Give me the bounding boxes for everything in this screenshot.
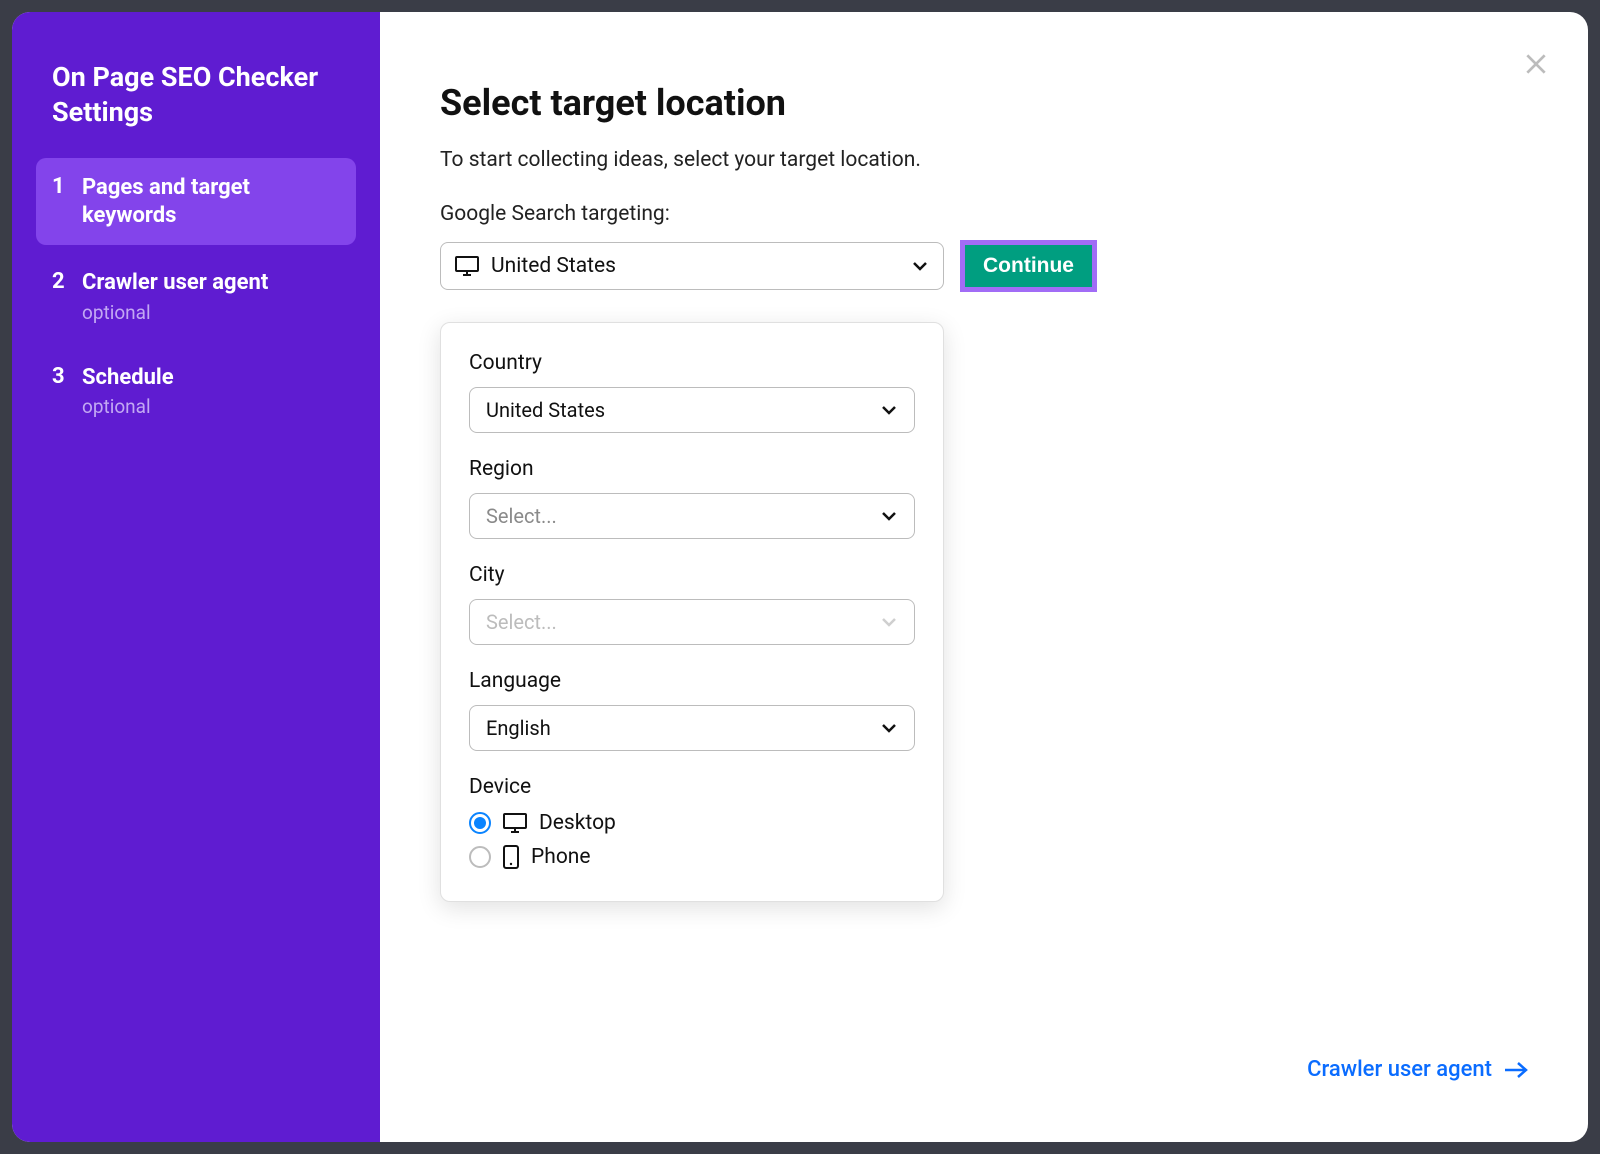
city-label: City bbox=[469, 563, 915, 587]
radio-unchecked-icon bbox=[469, 846, 491, 868]
next-step-link[interactable]: Crawler user agent bbox=[1307, 1057, 1528, 1082]
city-placeholder: Select... bbox=[486, 610, 557, 634]
chevron-down-icon bbox=[880, 401, 898, 419]
close-icon bbox=[1523, 51, 1549, 77]
step-label: Pages and target keywords bbox=[82, 174, 340, 229]
continue-highlight: Continue bbox=[960, 240, 1097, 292]
region-placeholder: Select... bbox=[486, 504, 557, 528]
page-subtitle: To start collecting ideas, select your t… bbox=[440, 148, 1528, 172]
step-crawler-agent[interactable]: 2 Crawler user agent optional bbox=[36, 253, 356, 340]
arrow-right-icon bbox=[1504, 1061, 1528, 1079]
language-label: Language bbox=[469, 669, 915, 693]
step-number: 3 bbox=[52, 364, 68, 389]
google-targeting-label: Google Search targeting: bbox=[440, 202, 1528, 226]
monitor-icon bbox=[503, 813, 527, 833]
chevron-down-icon bbox=[911, 257, 929, 275]
chevron-down-icon bbox=[880, 507, 898, 525]
page-title: Select target location bbox=[440, 82, 1528, 124]
language-value: English bbox=[486, 716, 551, 740]
continue-label: Continue bbox=[983, 254, 1074, 278]
monitor-icon bbox=[455, 256, 479, 276]
footer-link-label: Crawler user agent bbox=[1307, 1057, 1492, 1082]
step-label: Crawler user agent bbox=[82, 269, 268, 297]
step-label: Schedule bbox=[82, 364, 174, 392]
device-option-desktop[interactable]: Desktop bbox=[469, 811, 915, 835]
chevron-down-icon bbox=[880, 719, 898, 737]
region-label: Region bbox=[469, 457, 915, 481]
device-option-phone[interactable]: Phone bbox=[469, 845, 915, 869]
phone-icon bbox=[503, 845, 519, 869]
settings-modal: On Page SEO Checker Settings 1 Pages and… bbox=[12, 12, 1588, 1142]
step-optional: optional bbox=[82, 301, 268, 324]
city-select: Select... bbox=[469, 599, 915, 645]
language-select[interactable]: English bbox=[469, 705, 915, 751]
device-desktop-label: Desktop bbox=[539, 811, 616, 835]
chevron-down-icon bbox=[880, 613, 898, 631]
device-phone-label: Phone bbox=[531, 845, 591, 869]
main-panel: Select target location To start collecti… bbox=[380, 12, 1588, 1142]
radio-checked-icon bbox=[469, 812, 491, 834]
step-schedule[interactable]: 3 Schedule optional bbox=[36, 348, 356, 435]
region-select[interactable]: Select... bbox=[469, 493, 915, 539]
location-value: United States bbox=[491, 254, 899, 278]
location-select[interactable]: United States bbox=[440, 242, 944, 290]
step-pages-keywords[interactable]: 1 Pages and target keywords bbox=[36, 158, 356, 245]
sidebar-title: On Page SEO Checker Settings bbox=[36, 60, 356, 130]
step-optional: optional bbox=[82, 395, 174, 418]
sidebar: On Page SEO Checker Settings 1 Pages and… bbox=[12, 12, 380, 1142]
country-select[interactable]: United States bbox=[469, 387, 915, 433]
device-label: Device bbox=[469, 775, 915, 799]
country-value: United States bbox=[486, 398, 605, 422]
step-number: 2 bbox=[52, 269, 68, 294]
country-label: Country bbox=[469, 351, 915, 375]
continue-button[interactable]: Continue bbox=[965, 245, 1092, 287]
step-number: 1 bbox=[52, 174, 68, 199]
location-dropdown: Country United States Region Select... C… bbox=[440, 322, 944, 902]
close-button[interactable] bbox=[1516, 44, 1556, 84]
